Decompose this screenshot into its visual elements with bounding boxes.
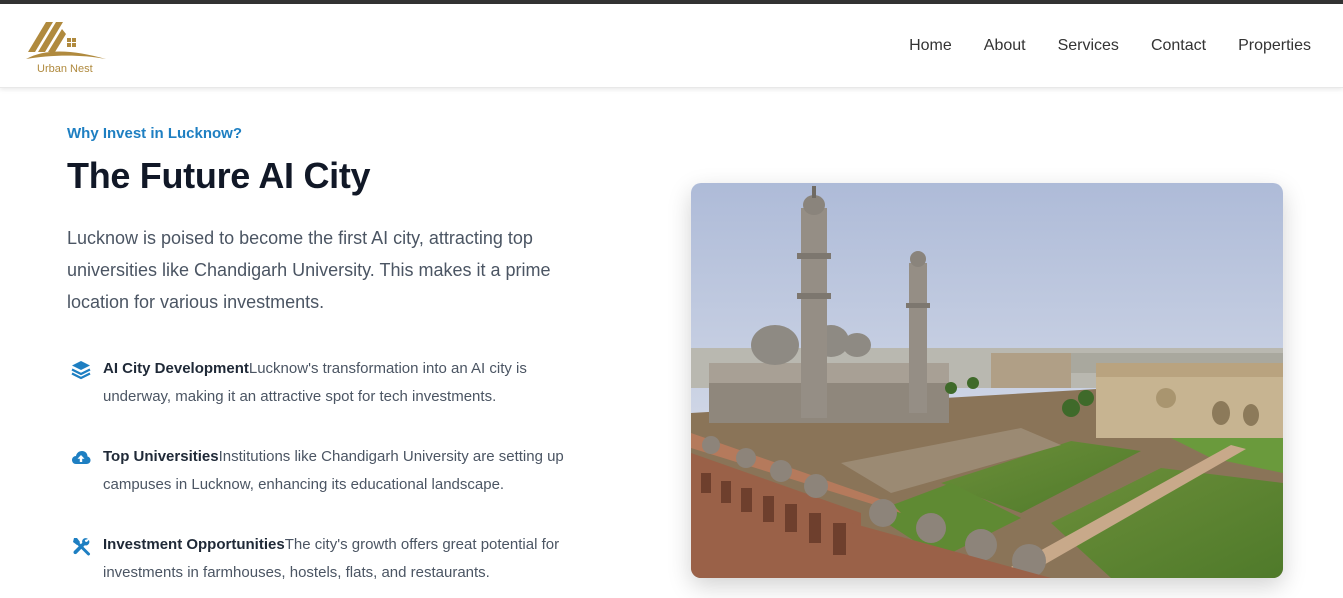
feature-title: AI City Development [103, 360, 249, 377]
lucknow-imambara-photo [691, 183, 1283, 578]
lead-paragraph: Lucknow is poised to become the first AI… [67, 228, 551, 312]
navbar: Urban Nest Home About Services Contact P… [0, 4, 1343, 88]
brand-name: Urban Nest [37, 63, 93, 75]
nav-about[interactable]: About [984, 37, 1026, 55]
feature-text: Top UniversitiesInstitutions like Chandi… [103, 443, 577, 499]
tools-icon [73, 538, 90, 556]
section-kicker: Why Invest in Lucknow? [67, 125, 243, 142]
brand-logo[interactable]: Urban Nest [24, 18, 110, 78]
imambara-illustration [691, 183, 1283, 578]
nav-contact[interactable]: Contact [1151, 37, 1206, 55]
nav-services[interactable]: Services [1058, 37, 1119, 55]
main-nav: Home About Services Contact Properties [909, 4, 1311, 88]
feature-text: Investment OpportunitiesThe city's growt… [103, 531, 577, 587]
nav-home[interactable]: Home [909, 37, 952, 55]
cloud-upload-icon [72, 451, 91, 464]
feature-title: Investment Opportunities [103, 536, 285, 553]
nav-properties[interactable]: Properties [1238, 37, 1311, 55]
feature-title: Top Universities [103, 448, 219, 465]
feature-text: AI City DevelopmentLucknow's transformat… [103, 355, 577, 411]
page-title: The Future AI City [67, 155, 371, 196]
house-logo-icon [26, 22, 106, 59]
layers-icon [71, 361, 91, 380]
